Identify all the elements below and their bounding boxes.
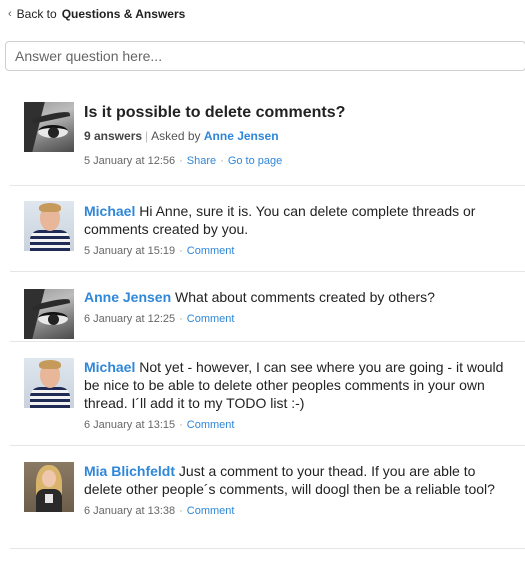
question-card: Is it possible to delete comments? 9 ans… [10,80,525,186]
comment-date: 6 January at 13:38 [84,505,176,517]
comment-link[interactable]: Comment [187,419,235,431]
comment-item: Michael Not yet - however, I can see whe… [10,342,525,446]
asked-by-author-link[interactable]: Anne Jensen [204,129,279,143]
avatar[interactable] [24,102,74,152]
comment-item: Michael Hi Anne, sure it is. You can del… [10,186,525,272]
avatar[interactable] [24,358,74,408]
comment-text: Not yet - however, I can see where you a… [84,359,504,411]
comment-link[interactable]: Comment [187,505,235,517]
comment-text: What about comments created by others? [175,289,435,305]
comment-author-link[interactable]: Mia Blichfeldt [84,463,175,479]
chevron-left-icon: ‹ [8,8,12,20]
answer-input[interactable] [5,41,525,71]
comment-meta: 6 January at 13:38 · Comment [84,505,235,517]
answers-count: 9 answers [84,129,143,143]
question-date: 5 January at 12:56 [84,155,176,167]
avatar[interactable] [24,462,74,512]
comment-link[interactable]: Comment [187,245,235,257]
question-title: Is it possible to delete comments? [84,104,346,121]
comment-date: 5 January at 15:19 [84,245,176,257]
question-meta-line: 5 January at 12:56 · Share · Go to page [84,155,283,167]
comment-meta: 6 January at 13:15 · Comment [84,419,235,431]
share-link[interactable]: Share [187,155,216,167]
comment-meta: 5 January at 15:19 · Comment [84,245,235,257]
question-meta: 9 answers | Asked by Anne Jensen [84,129,279,143]
asked-by-label: Asked by [151,129,201,143]
back-link-prefix: Back to [16,7,57,21]
avatar[interactable] [24,289,74,339]
comment-date: 6 January at 13:15 [84,419,176,431]
comment-item: Anne Jensen What about comments created … [10,272,525,342]
comment-text: Hi Anne, sure it is. You can delete comp… [84,203,476,237]
back-link[interactable]: ‹ Back to Questions & Answers [8,7,185,21]
back-link-section: Questions & Answers [61,7,186,21]
go-to-page-link[interactable]: Go to page [228,155,282,167]
comment-link[interactable]: Comment [187,313,235,325]
comment-meta: 6 January at 12:25 · Comment [84,313,235,325]
comment-author-link[interactable]: Anne Jensen [84,289,171,305]
comment-author-link[interactable]: Michael [84,203,135,219]
comment-item: Mia Blichfeldt Just a comment to your th… [10,446,525,549]
avatar[interactable] [24,201,74,251]
comment-author-link[interactable]: Michael [84,359,135,375]
comment-date: 6 January at 12:25 [84,313,176,325]
thread: Is it possible to delete comments? 9 ans… [10,80,525,549]
